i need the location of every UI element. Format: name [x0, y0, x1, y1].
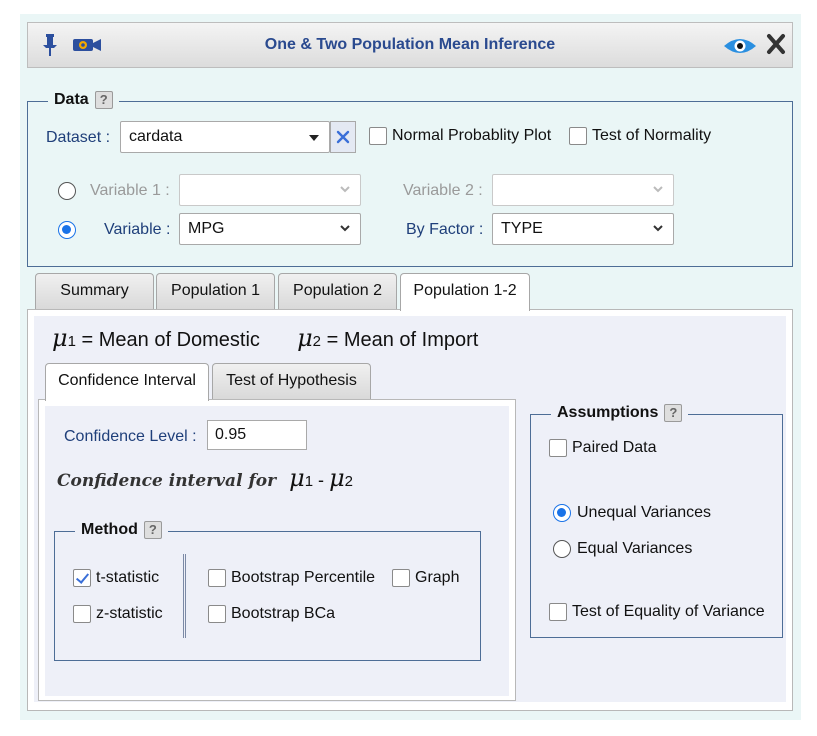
dialog-window: One & Two Population Mean Inference Data… — [20, 14, 801, 720]
equal-variances-radio[interactable] — [553, 540, 571, 558]
method-fieldset: Method ? t-statistic z-statistic Bootstr… — [54, 521, 481, 661]
tab-population-2[interactable]: Population 2 — [278, 273, 397, 309]
tab-summary[interactable]: Summary — [35, 273, 154, 309]
mu2-description: = Mean of Import — [326, 329, 479, 351]
confidence-level-value: 0.95 — [215, 426, 247, 443]
mu1-symbol: μ — [52, 324, 68, 352]
variable2-select[interactable] — [492, 174, 674, 206]
eye-icon[interactable] — [723, 37, 757, 60]
variable-select[interactable]: MPG — [179, 213, 361, 245]
equal-variances-label: Equal Variances — [577, 540, 693, 557]
close-icon[interactable] — [766, 33, 786, 60]
ci-mu2-subscript: 2 — [344, 473, 354, 490]
chevron-down-icon — [653, 186, 663, 193]
t-statistic-checkbox[interactable] — [73, 569, 91, 587]
confidence-interval-panel: Confidence Level : 0.95 Confidence inter… — [38, 399, 516, 701]
paired-data-checkbox[interactable] — [549, 439, 567, 457]
mu1-subscript: 1 — [67, 333, 76, 350]
confidence-level-input[interactable]: 0.95 — [207, 420, 307, 450]
data-legend: Data ? — [48, 91, 119, 109]
by-factor-select[interactable]: TYPE — [492, 213, 674, 245]
method-legend-text: Method — [81, 521, 138, 538]
means-line: μ1 = Mean of Domestic μ2 = Mean of Impor… — [52, 324, 478, 352]
ci-heading-text: Confidence interval for — [57, 471, 277, 491]
bootstrap-percentile-checkbox[interactable] — [208, 569, 226, 587]
ci-heading: Confidence interval for μ1 - μ2 — [57, 464, 353, 492]
normality-test-label: Test of Normality — [592, 127, 712, 144]
dataset-label: Dataset : — [46, 129, 111, 146]
variable-label: Variable : — [104, 221, 171, 238]
chevron-down-icon — [340, 186, 350, 193]
normal-plot-checkbox[interactable] — [369, 127, 387, 145]
t-statistic-label: t-statistic — [96, 569, 160, 586]
ci-mu1-symbol: μ — [289, 464, 305, 492]
bootstrap-percentile-label: Bootstrap Percentile — [231, 569, 376, 586]
unequal-variances-radio[interactable] — [553, 504, 571, 522]
assumptions-fieldset: Assumptions ? Paired Data Unequal Varian… — [530, 404, 783, 638]
tab-test-of-hypothesis[interactable]: Test of Hypothesis — [212, 363, 371, 399]
window-title: One & Two Population Mean Inference — [264, 36, 556, 53]
ci-minus: - — [318, 470, 325, 490]
data-help-button[interactable]: ? — [94, 91, 113, 109]
variable2-label: Variable 2 : — [403, 182, 483, 199]
equality-of-variance-label: Test of Equality of Variance — [572, 603, 765, 620]
single-variable-radio[interactable] — [58, 221, 76, 239]
chevron-down-icon — [340, 225, 350, 232]
clear-dataset-button[interactable] — [330, 121, 356, 153]
clear-x-icon — [336, 130, 350, 144]
by-factor-value: TYPE — [501, 220, 543, 237]
tab-population-1-2[interactable]: Population 1-2 — [400, 273, 530, 311]
z-statistic-checkbox[interactable] — [73, 605, 91, 623]
dataset-select[interactable]: cardata — [120, 121, 330, 153]
data-fieldset: Data ? Dataset : cardata Normal Probabli… — [27, 91, 793, 267]
population-1-2-panel: μ1 = Mean of Domestic μ2 = Mean of Impor… — [27, 309, 793, 711]
bootstrap-bca-checkbox[interactable] — [208, 605, 226, 623]
variable1-select[interactable] — [179, 174, 361, 206]
equality-of-variance-checkbox[interactable] — [549, 603, 567, 621]
unequal-variances-label: Unequal Variances — [577, 504, 712, 521]
ci-mu2-symbol: μ — [329, 464, 345, 492]
variable1-label: Variable 1 : — [90, 182, 170, 199]
assumptions-legend-text: Assumptions — [557, 404, 659, 421]
chevron-down-icon — [653, 225, 663, 232]
dataset-value: cardata — [129, 128, 183, 145]
title-bar: One & Two Population Mean Inference — [27, 22, 793, 68]
by-factor-label: By Factor : — [406, 221, 484, 238]
bootstrap-bca-label: Bootstrap BCa — [231, 605, 336, 622]
mu2-symbol: μ — [297, 324, 313, 352]
two-variable-radio[interactable] — [58, 182, 76, 200]
graph-label: Graph — [415, 569, 460, 586]
normality-test-checkbox[interactable] — [569, 127, 587, 145]
tab-confidence-interval[interactable]: Confidence Interval — [45, 363, 209, 401]
ci-mu1-subscript: 1 — [304, 473, 314, 490]
normal-plot-label: Normal Probablity Plot — [392, 127, 552, 144]
mu2-subscript: 2 — [312, 333, 322, 350]
graph-checkbox[interactable] — [392, 569, 410, 587]
mu1-description: = Mean of Domestic — [81, 329, 260, 351]
tab-population-1[interactable]: Population 1 — [156, 273, 275, 309]
data-legend-text: Data — [54, 91, 89, 108]
assumptions-legend: Assumptions ? — [551, 404, 689, 422]
assumptions-help-button[interactable]: ? — [664, 404, 683, 422]
dropdown-triangle-icon — [309, 135, 319, 141]
method-legend: Method ? — [75, 521, 168, 539]
method-divider — [183, 554, 186, 638]
variable-value: MPG — [188, 220, 225, 237]
method-help-button[interactable]: ? — [143, 521, 162, 539]
confidence-level-label: Confidence Level : — [64, 428, 197, 445]
z-statistic-label: z-statistic — [96, 605, 163, 622]
paired-data-label: Paired Data — [572, 439, 657, 456]
